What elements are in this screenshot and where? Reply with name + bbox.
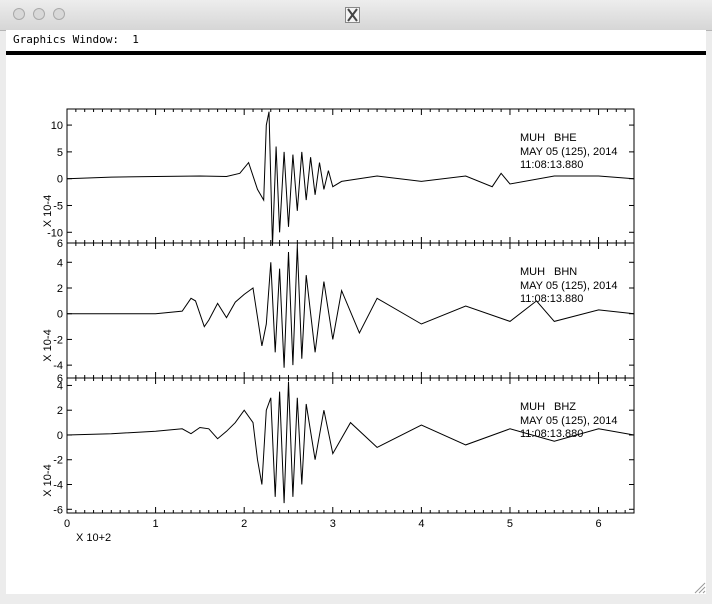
y-tick-label: -2 xyxy=(53,455,63,467)
panel-frame xyxy=(66,377,635,514)
y-tick-label: -4 xyxy=(53,480,63,492)
station-label: MUH xyxy=(520,266,545,278)
y-axis-label: X 10-4 xyxy=(42,464,54,496)
y-tick-label: -5 xyxy=(53,200,63,212)
x11-icon xyxy=(345,7,360,23)
graphics-canvas: 10 5 0 -5 -10 6 X 10-4 MUH BHE MAY 05 (125), 2014… xyxy=(6,55,706,594)
event-date-label: MAY 05 (125), 2014 xyxy=(520,280,617,292)
event-date-label: MAY 05 (125), 2014 xyxy=(520,415,617,427)
y-axis-label: X 10-4 xyxy=(42,195,54,227)
event-date-label: MAY 05 (125), 2014 xyxy=(520,146,617,158)
station-label: MUH xyxy=(520,401,545,413)
x-tick-label: 3 xyxy=(330,518,336,530)
close-window-button[interactable] xyxy=(13,8,25,20)
x-axis-label: X 10+2 xyxy=(76,532,111,544)
resize-grip-icon[interactable] xyxy=(692,580,706,594)
x-tick-label: 1 xyxy=(153,518,159,530)
x-tick-label: 4 xyxy=(418,518,424,530)
waveform-trace xyxy=(66,111,635,246)
y-tick-label: 2 xyxy=(57,283,63,295)
event-time-label: 11:08:13.880 xyxy=(520,293,583,305)
x-tick-label: 5 xyxy=(507,518,513,530)
zoom-window-button[interactable] xyxy=(53,8,65,20)
graphics-window-label: Graphics Window: 1 xyxy=(13,33,139,46)
x-tick-label: 0 xyxy=(64,518,70,530)
x-tick-label: 6 xyxy=(596,518,602,530)
channel-label: BHN xyxy=(554,266,577,278)
minimize-window-button[interactable] xyxy=(33,8,45,20)
waveform-trace xyxy=(66,381,635,504)
y-tick-label: 5 xyxy=(57,147,63,159)
x-tick-label: 2 xyxy=(241,518,247,530)
channel-label: BHZ xyxy=(554,401,576,413)
station-label: MUH xyxy=(520,132,545,144)
y-tick-label: 10 xyxy=(51,120,63,132)
y-tick-label: 0 xyxy=(57,430,63,442)
panel-frame xyxy=(66,242,635,379)
y-tick-label: -6 xyxy=(53,504,63,516)
waveform-trace xyxy=(67,245,635,368)
y-tick-label: 0 xyxy=(57,174,63,186)
y-tick-label: -4 xyxy=(53,360,63,372)
y-tick-label: 4 xyxy=(57,380,63,392)
panel-frame xyxy=(66,108,635,244)
y-tick-label: -2 xyxy=(53,334,63,346)
app-window: Graphics Window: 1 10 5 0 -5 -10 6 X 10-4 MUH BH… xyxy=(0,0,712,604)
y-tick-label: 2 xyxy=(57,405,63,417)
graphics-window-header: Graphics Window: 1 xyxy=(6,30,706,51)
y-tick-label: 0 xyxy=(57,309,63,321)
y-tick-label: 4 xyxy=(57,257,63,269)
channel-label: BHE xyxy=(554,132,577,144)
y-tick-label: 6 xyxy=(57,238,63,250)
y-axis-label: X 10-4 xyxy=(42,329,54,361)
event-time-label: 11:08:13.880 xyxy=(520,159,583,171)
seismogram-plot: 1050-5-106X 10-4MUH BHEMAY 05 (125), 2014… xyxy=(42,108,635,544)
title-bar[interactable] xyxy=(0,0,712,31)
